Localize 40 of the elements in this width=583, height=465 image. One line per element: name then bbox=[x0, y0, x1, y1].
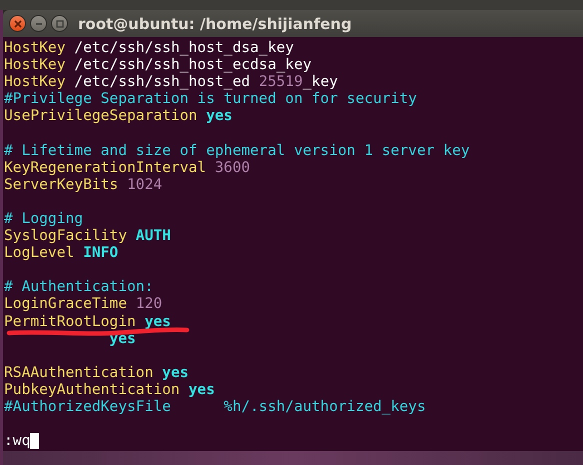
config-number: 120 bbox=[136, 295, 162, 312]
config-value: /etc/ssh/ssh_host_dsa_key bbox=[73, 39, 294, 56]
config-keyword: yes bbox=[144, 312, 171, 330]
config-key: KeyRegenerationInterval bbox=[4, 158, 206, 176]
config-key: UsePrivilegeSeparation bbox=[4, 107, 198, 124]
config-key: LoginGraceTime bbox=[4, 295, 128, 312]
maximize-button[interactable] bbox=[51, 15, 68, 32]
config-comment: #AuthorizedKeysFile %h/.ssh/authorized_keys bbox=[4, 398, 426, 416]
config-number: 1024 bbox=[127, 176, 162, 193]
config-comment: # Authentication: bbox=[4, 278, 154, 296]
config-key: SyslogFacility bbox=[4, 227, 128, 244]
config-keyword: yes bbox=[206, 107, 232, 124]
config-number: 25519 bbox=[258, 73, 303, 90]
close-button[interactable] bbox=[9, 15, 26, 32]
window-title: root@ubuntu: /home/shijianfeng bbox=[78, 14, 352, 32]
config-key: HostKey bbox=[4, 73, 66, 90]
config-key: HostKey bbox=[4, 39, 66, 56]
config-keyword: AUTH bbox=[136, 227, 171, 244]
config-keyword: INFO bbox=[83, 244, 118, 262]
config-keyword: yes bbox=[162, 364, 189, 381]
config-key: RSAAuthentication bbox=[4, 364, 154, 381]
config-comment: #Privilege Separation is turned on for security bbox=[4, 90, 417, 108]
config-key: HostKey bbox=[4, 56, 66, 74]
command-line[interactable]: :wq bbox=[4, 432, 30, 450]
config-keyword: yes bbox=[188, 380, 215, 398]
minimize-button[interactable] bbox=[30, 15, 47, 32]
config-value: /etc/ssh/ssh_host_ed bbox=[73, 73, 250, 90]
maximize-icon bbox=[56, 20, 64, 28]
config-value: _key bbox=[302, 73, 338, 90]
config-keyword: yes bbox=[109, 330, 136, 347]
config-comment: # Lifetime and size of ephemeral version 1 server key bbox=[4, 142, 470, 159]
text-cursor bbox=[30, 432, 40, 449]
config-value: /etc/ssh/ssh_host_ecdsa_key bbox=[73, 56, 312, 74]
config-comment: # Logging bbox=[4, 210, 84, 228]
config-key: PermitRootLogin bbox=[4, 312, 136, 330]
config-key: PubkeyAuthentication bbox=[4, 380, 180, 398]
config-number: 3600 bbox=[214, 158, 250, 176]
close-icon bbox=[14, 20, 22, 28]
config-key: ServerKeyBits bbox=[4, 176, 118, 193]
config-key: LogLevel bbox=[4, 244, 74, 262]
